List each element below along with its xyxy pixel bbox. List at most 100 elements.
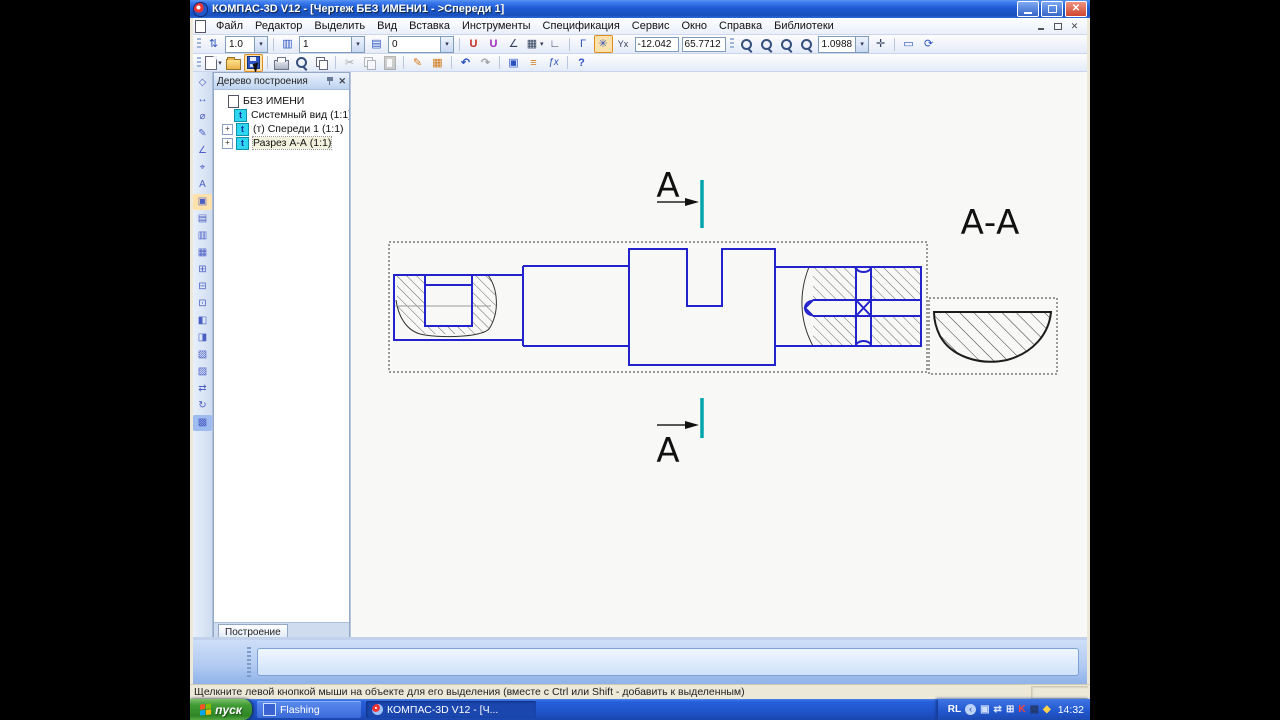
print-preview-button[interactable]: [292, 54, 311, 72]
show-document-button[interactable]: ▭: [899, 35, 918, 53]
zoom-in-button[interactable]: [777, 35, 796, 53]
close-button[interactable]: ✕: [1065, 1, 1087, 17]
sheet-value[interactable]: 0: [389, 39, 440, 50]
grid-button[interactable]: ▦▾: [524, 35, 545, 53]
tree-item-section-aa[interactable]: + t Разрез А-А (1:1): [216, 136, 347, 150]
new-dropdown-icon[interactable]: ▾: [218, 59, 222, 67]
panel-tool-16-button[interactable]: ◨: [193, 330, 212, 346]
zoom-dropdown-icon[interactable]: ▾: [855, 37, 868, 52]
panel-tool-21-button[interactable]: ▩: [193, 415, 212, 431]
cut-button[interactable]: ✂: [340, 54, 359, 72]
layers-button[interactable]: ▥: [278, 35, 297, 53]
scale-dropdown-icon[interactable]: ▾: [254, 37, 267, 52]
menu-help[interactable]: Справка: [713, 19, 768, 33]
tree-item-system-view[interactable]: t Системный вид (1:1): [216, 108, 347, 122]
panel-tool-18-button[interactable]: ▨: [193, 364, 212, 380]
section-mark-bottom[interactable]: А: [656, 398, 702, 471]
drawing-canvas[interactable]: А А А-А: [350, 72, 1087, 637]
grid-dropdown-icon[interactable]: ▾: [540, 40, 544, 48]
tree-close-icon[interactable]: ✕: [338, 76, 346, 87]
titlebar[interactable]: КОМПАС-3D V12 - [Чертеж БЕЗ ИМЕНИ1 - >Сп…: [190, 0, 1090, 18]
zoom-combo[interactable]: 1.0988 ▾: [818, 36, 870, 53]
panel-tool-20-button[interactable]: ↻: [193, 398, 212, 414]
copy-properties-button[interactable]: ✎: [408, 54, 427, 72]
tray-chevron-icon[interactable]: ‹: [965, 704, 976, 715]
tray-icon-kaspersky[interactable]: K: [1018, 704, 1025, 715]
tray-icon-shield[interactable]: ◆: [1043, 704, 1051, 715]
pin-icon[interactable]: [326, 76, 335, 86]
layer-dropdown-icon[interactable]: ▾: [351, 37, 364, 52]
undo-button[interactable]: ↶: [456, 54, 475, 72]
menu-tools[interactable]: Инструменты: [456, 19, 537, 33]
rounding-button[interactable]: ✳: [594, 35, 613, 53]
panel-tool-14-button[interactable]: ⊡: [193, 296, 212, 312]
panel-parametrization-button[interactable]: ∠: [193, 143, 212, 159]
property-message-field[interactable]: [257, 648, 1079, 676]
print-button[interactable]: [272, 54, 291, 72]
menu-view[interactable]: Вид: [371, 19, 403, 33]
panel-dimensions-button[interactable]: ↔: [193, 92, 212, 108]
sheet-dropdown-icon[interactable]: ▾: [440, 37, 453, 52]
y-coordinate-field[interactable]: 65.7712: [682, 37, 726, 52]
task-kompas[interactable]: КОМПАС-3D V12 - [Ч...: [366, 701, 536, 718]
ortho-button[interactable]: Г: [574, 35, 593, 53]
panel-tool-11-button[interactable]: ▦: [193, 245, 212, 261]
menu-specification[interactable]: Спецификация: [537, 19, 626, 33]
panel-tool-12-button[interactable]: ⊞: [193, 262, 212, 278]
redo-button[interactable]: ↷: [476, 54, 495, 72]
snap-global-button[interactable]: U: [464, 35, 483, 53]
start-button[interactable]: пуск: [190, 699, 252, 720]
open-button[interactable]: [224, 54, 243, 72]
expand-icon[interactable]: +: [222, 138, 233, 149]
view-selection-frame[interactable]: [389, 242, 927, 372]
child-minimize-button[interactable]: [1034, 21, 1047, 32]
property-bar-grip[interactable]: [247, 647, 251, 677]
scale-combo[interactable]: 1.0 ▾: [225, 36, 268, 53]
panel-selection-button[interactable]: A: [193, 177, 212, 193]
panel-specification-button[interactable]: ▤: [193, 211, 212, 227]
zoom-all-button[interactable]: [757, 35, 776, 53]
tray-icon-network[interactable]: ⇄: [994, 704, 1002, 715]
local-csys-button[interactable]: ∟: [546, 35, 565, 53]
minimize-button[interactable]: [1017, 1, 1039, 17]
section-aa-shape[interactable]: [934, 312, 1051, 362]
toolbar-grip-3[interactable]: [197, 57, 201, 69]
panel-tool-19-button[interactable]: ⇄: [193, 381, 212, 397]
panel-designations-button[interactable]: ⌀: [193, 109, 212, 125]
tray-icon-grid[interactable]: ▦: [1030, 704, 1039, 715]
child-restore-button[interactable]: [1051, 21, 1064, 32]
menu-window[interactable]: Окно: [675, 19, 713, 33]
page-setup-button[interactable]: [312, 54, 331, 72]
paste-button[interactable]: [380, 54, 399, 72]
panel-tool-17-button[interactable]: ▧: [193, 347, 212, 363]
panel-editing-button[interactable]: ✎: [193, 126, 212, 142]
panel-geometry-button[interactable]: ◇: [193, 75, 212, 91]
toolbar-grip-2[interactable]: [730, 38, 734, 50]
tree-root-item[interactable]: БЕЗ ИМЕНИ: [216, 94, 347, 108]
task-flashing[interactable]: Flashing: [257, 701, 361, 718]
menu-select[interactable]: Выделить: [308, 19, 371, 33]
tray-icon-window[interactable]: ▣: [980, 704, 989, 715]
copy-button[interactable]: [360, 54, 379, 72]
new-window-button[interactable]: ▣: [504, 54, 523, 72]
section-mark-top[interactable]: А: [656, 166, 702, 228]
save-button[interactable]: [244, 54, 263, 72]
context-help-button[interactable]: ?: [572, 54, 591, 72]
menu-file[interactable]: Файл: [210, 19, 249, 33]
toolbar-grip[interactable]: [197, 38, 201, 50]
layer-combo[interactable]: 1 ▾: [299, 36, 365, 53]
snap-local-button[interactable]: U: [484, 35, 503, 53]
zoom-area-button[interactable]: [737, 35, 756, 53]
menu-libraries[interactable]: Библиотеки: [768, 19, 840, 33]
child-close-button[interactable]: ✕: [1068, 21, 1081, 32]
sheets-button[interactable]: ▤: [367, 35, 386, 53]
panel-assoc-views-button[interactable]: ▣: [193, 194, 212, 210]
layer-value[interactable]: 1: [300, 39, 351, 50]
sheet-combo[interactable]: 0 ▾: [388, 36, 454, 53]
panel-reports-button[interactable]: ▥: [193, 228, 212, 244]
panel-tool-13-button[interactable]: ⊟: [193, 279, 212, 295]
fx-button[interactable]: ƒx: [544, 54, 563, 72]
zoom-value-button[interactable]: [797, 35, 816, 53]
refresh-image-button[interactable]: ⟳: [919, 35, 938, 53]
menu-insert[interactable]: Вставка: [403, 19, 456, 33]
